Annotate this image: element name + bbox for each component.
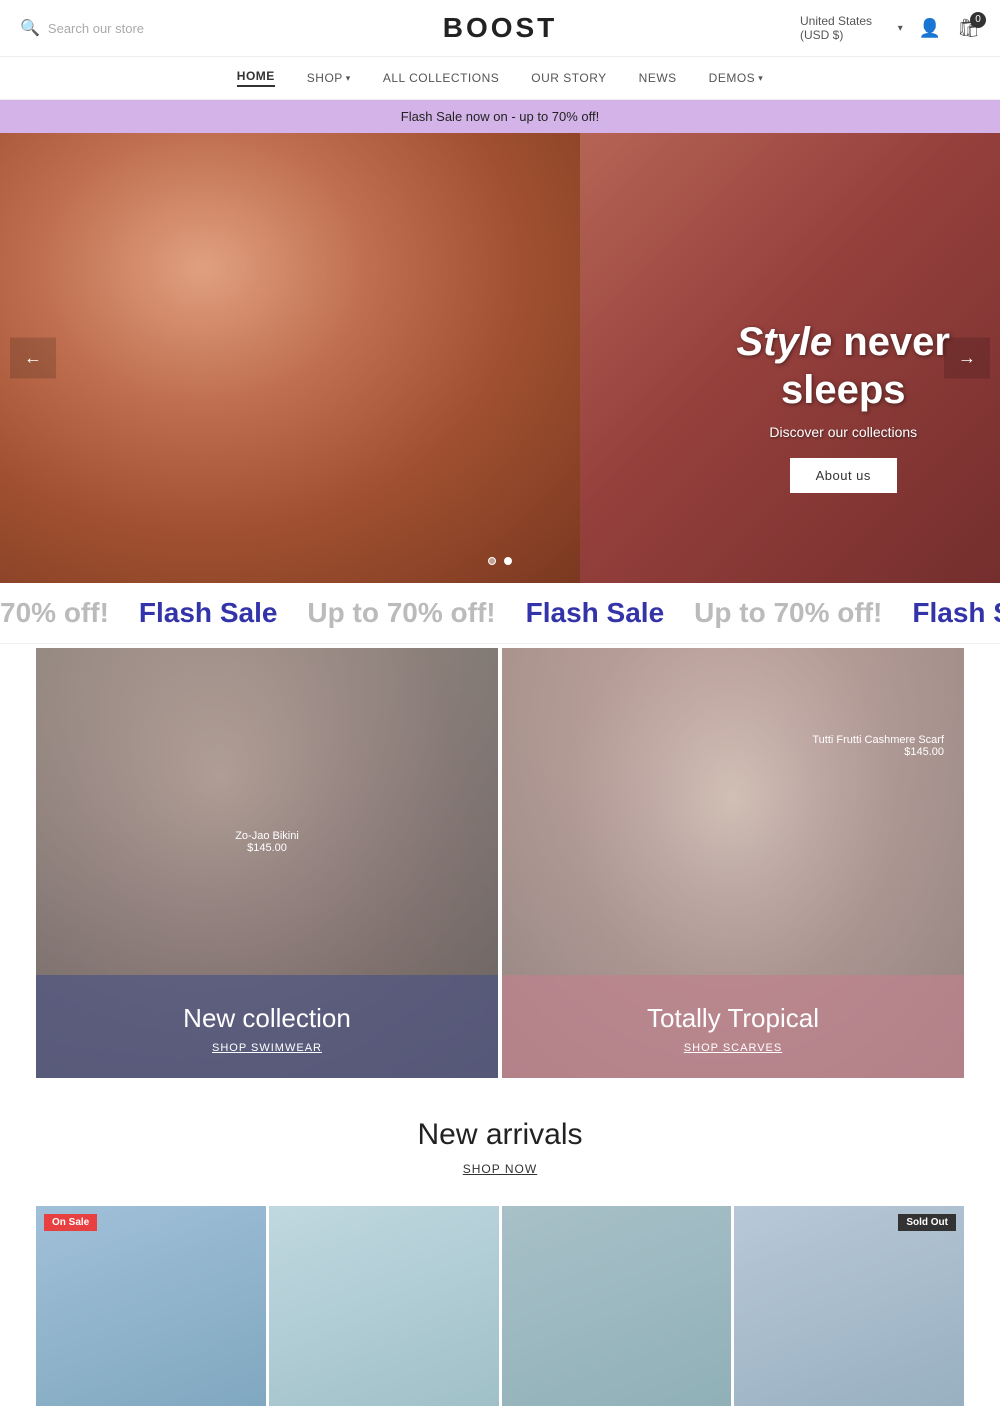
sold-out-badge: Sold Out: [898, 1214, 956, 1231]
nav-item-home[interactable]: HOME: [237, 69, 275, 87]
hero-dot-1[interactable]: [488, 557, 496, 565]
on-sale-badge: On Sale: [44, 1214, 97, 1231]
hero-next-arrow[interactable]: →: [944, 338, 990, 379]
hero-person-figure: [0, 133, 580, 583]
new-arrivals-title: New arrivals: [20, 1118, 980, 1152]
product-price-2: $145.00: [812, 746, 944, 758]
hero-headline: Style neversleeps: [737, 318, 950, 414]
nav-item-our-story[interactable]: OUR STORY: [531, 71, 606, 85]
collection-link-2[interactable]: SHOP SCARVES: [522, 1042, 944, 1054]
cart-icon-wrapper[interactable]: 🛍 0: [957, 18, 980, 39]
main-nav: HOME SHOP ▾ ALL COLLECTIONS OUR STORY NE…: [0, 57, 1000, 100]
product-name-1: Zo-Jao Bikini: [235, 830, 299, 842]
hero-text-block: Style neversleeps Discover our collectio…: [737, 318, 950, 493]
nav-item-demos[interactable]: DEMOS ▾: [709, 71, 764, 85]
chevron-down-icon: ▾: [346, 73, 351, 84]
ticker-item: Flash Sale: [526, 597, 665, 629]
product-price-1: $145.00: [235, 842, 299, 854]
collection-overlay-2: Totally Tropical SHOP SCARVES: [502, 975, 964, 1078]
collection-title-2: Totally Tropical: [522, 1003, 944, 1034]
search-icon: 🔍: [20, 18, 40, 38]
ticker-item: Flash Sa: [912, 597, 1000, 629]
new-arrivals-section: New arrivals SHOP NOW: [0, 1078, 1000, 1194]
product-label-2: Tutti Frutti Cashmere Scarf $145.00: [812, 734, 944, 758]
product-card-2[interactable]: [269, 1206, 499, 1406]
ticker-inner: 70% off! Flash Sale Up to 70% off! Flash…: [0, 597, 1000, 629]
account-icon[interactable]: 👤: [919, 18, 941, 39]
nav-item-news[interactable]: NEWS: [639, 71, 677, 85]
product-card-1[interactable]: On Sale: [36, 1206, 266, 1406]
collections-grid: Zo-Jao Bikini $145.00 New collection SHO…: [36, 648, 964, 1078]
hero-about-button[interactable]: About us: [790, 458, 897, 493]
hero-dots: [488, 557, 512, 565]
hero-headline-italic: Style: [737, 320, 833, 364]
hero-section: Style neversleeps Discover our collectio…: [0, 133, 1000, 583]
product-card-4[interactable]: Sold Out: [734, 1206, 964, 1406]
ticker-item: 70% off!: [0, 597, 109, 629]
country-selector[interactable]: United States (USD $) ▾: [800, 14, 903, 42]
product-card-3[interactable]: [502, 1206, 732, 1406]
collection-card-tropical[interactable]: Tutti Frutti Cashmere Scarf $145.00 Tota…: [502, 648, 964, 1078]
ticker-item: Up to 70% off!: [307, 597, 495, 629]
hero-subtext: Discover our collections: [737, 424, 950, 440]
product-grid: On Sale Sold Out: [0, 1194, 1000, 1418]
collections-section: Zo-Jao Bikini $145.00 New collection SHO…: [0, 648, 1000, 1078]
nav-item-shop[interactable]: SHOP ▾: [307, 71, 351, 85]
collection-card-swimwear[interactable]: Zo-Jao Bikini $145.00 New collection SHO…: [36, 648, 498, 1078]
product-label-1: Zo-Jao Bikini $145.00: [235, 830, 299, 854]
collection-overlay-1: New collection SHOP SWIMWEAR: [36, 975, 498, 1078]
search-placeholder-text: Search our store: [48, 21, 144, 36]
cart-count: 0: [970, 12, 986, 28]
new-arrivals-shop-link[interactable]: SHOP NOW: [463, 1162, 537, 1176]
hero-prev-arrow[interactable]: ←: [10, 338, 56, 379]
ticker-item: Up to 70% off!: [694, 597, 882, 629]
header-actions: United States (USD $) ▾ 👤 🛍 0: [800, 14, 980, 42]
chevron-down-icon: ▾: [758, 73, 763, 84]
collection-title-1: New collection: [56, 1003, 478, 1034]
flash-sale-banner: Flash Sale now on - up to 70% off!: [0, 100, 1000, 133]
ticker-item: Flash Sale: [139, 597, 278, 629]
header-search[interactable]: 🔍 Search our store: [20, 18, 200, 38]
flash-sale-ticker: 70% off! Flash Sale Up to 70% off! Flash…: [0, 583, 1000, 644]
site-logo[interactable]: BOOST: [443, 12, 558, 44]
header: 🔍 Search our store BOOST United States (…: [0, 0, 1000, 57]
nav-item-all-collections[interactable]: ALL COLLECTIONS: [383, 71, 499, 85]
chevron-down-icon: ▾: [898, 23, 903, 34]
product-name-2: Tutti Frutti Cashmere Scarf: [812, 734, 944, 746]
hero-dot-2[interactable]: [504, 557, 512, 565]
collection-link-1[interactable]: SHOP SWIMWEAR: [56, 1042, 478, 1054]
